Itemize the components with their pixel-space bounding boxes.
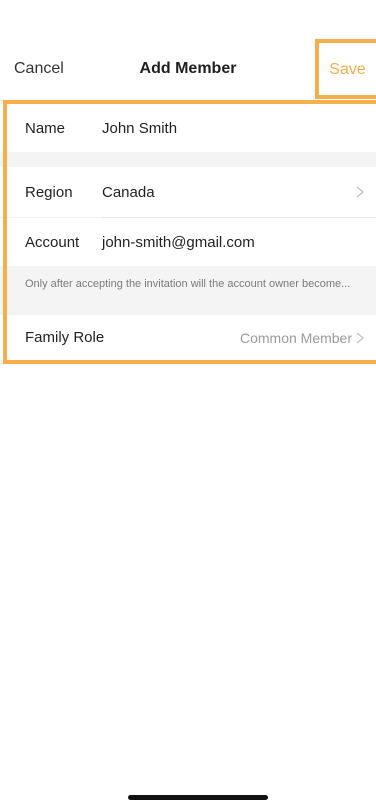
family-role-value: Common Member	[239, 329, 352, 346]
name-value[interactable]: John Smith	[102, 120, 177, 137]
account-value[interactable]: john-smith@gmail.com	[102, 234, 255, 251]
region-row[interactable]: Region Canada	[0, 167, 376, 217]
chevron-right-icon	[356, 331, 365, 344]
add-member-screen: Cancel Add Member Save Name John Smith R…	[0, 0, 376, 808]
account-label: Account	[25, 233, 80, 251]
save-button[interactable]: Save	[315, 39, 376, 99]
account-row[interactable]: Account john-smith@gmail.com	[0, 218, 376, 266]
invitation-note: Only after accepting the invitation will…	[25, 278, 351, 290]
family-role-label: Family Role	[25, 329, 105, 346]
family-role-row[interactable]: Family Role Common Member	[0, 315, 376, 360]
cancel-button[interactable]: Cancel	[14, 60, 64, 78]
region-label: Region	[25, 183, 73, 201]
name-label: Name	[25, 119, 66, 137]
home-indicator[interactable]	[128, 795, 268, 800]
navigation-bar: Cancel Add Member Save	[0, 0, 376, 100]
empty-area	[0, 364, 376, 808]
chevron-right-icon	[356, 186, 365, 198]
save-button-label: Save	[329, 61, 366, 78]
region-value: Canada	[102, 183, 155, 201]
name-row[interactable]: Name John Smith	[0, 104, 376, 152]
